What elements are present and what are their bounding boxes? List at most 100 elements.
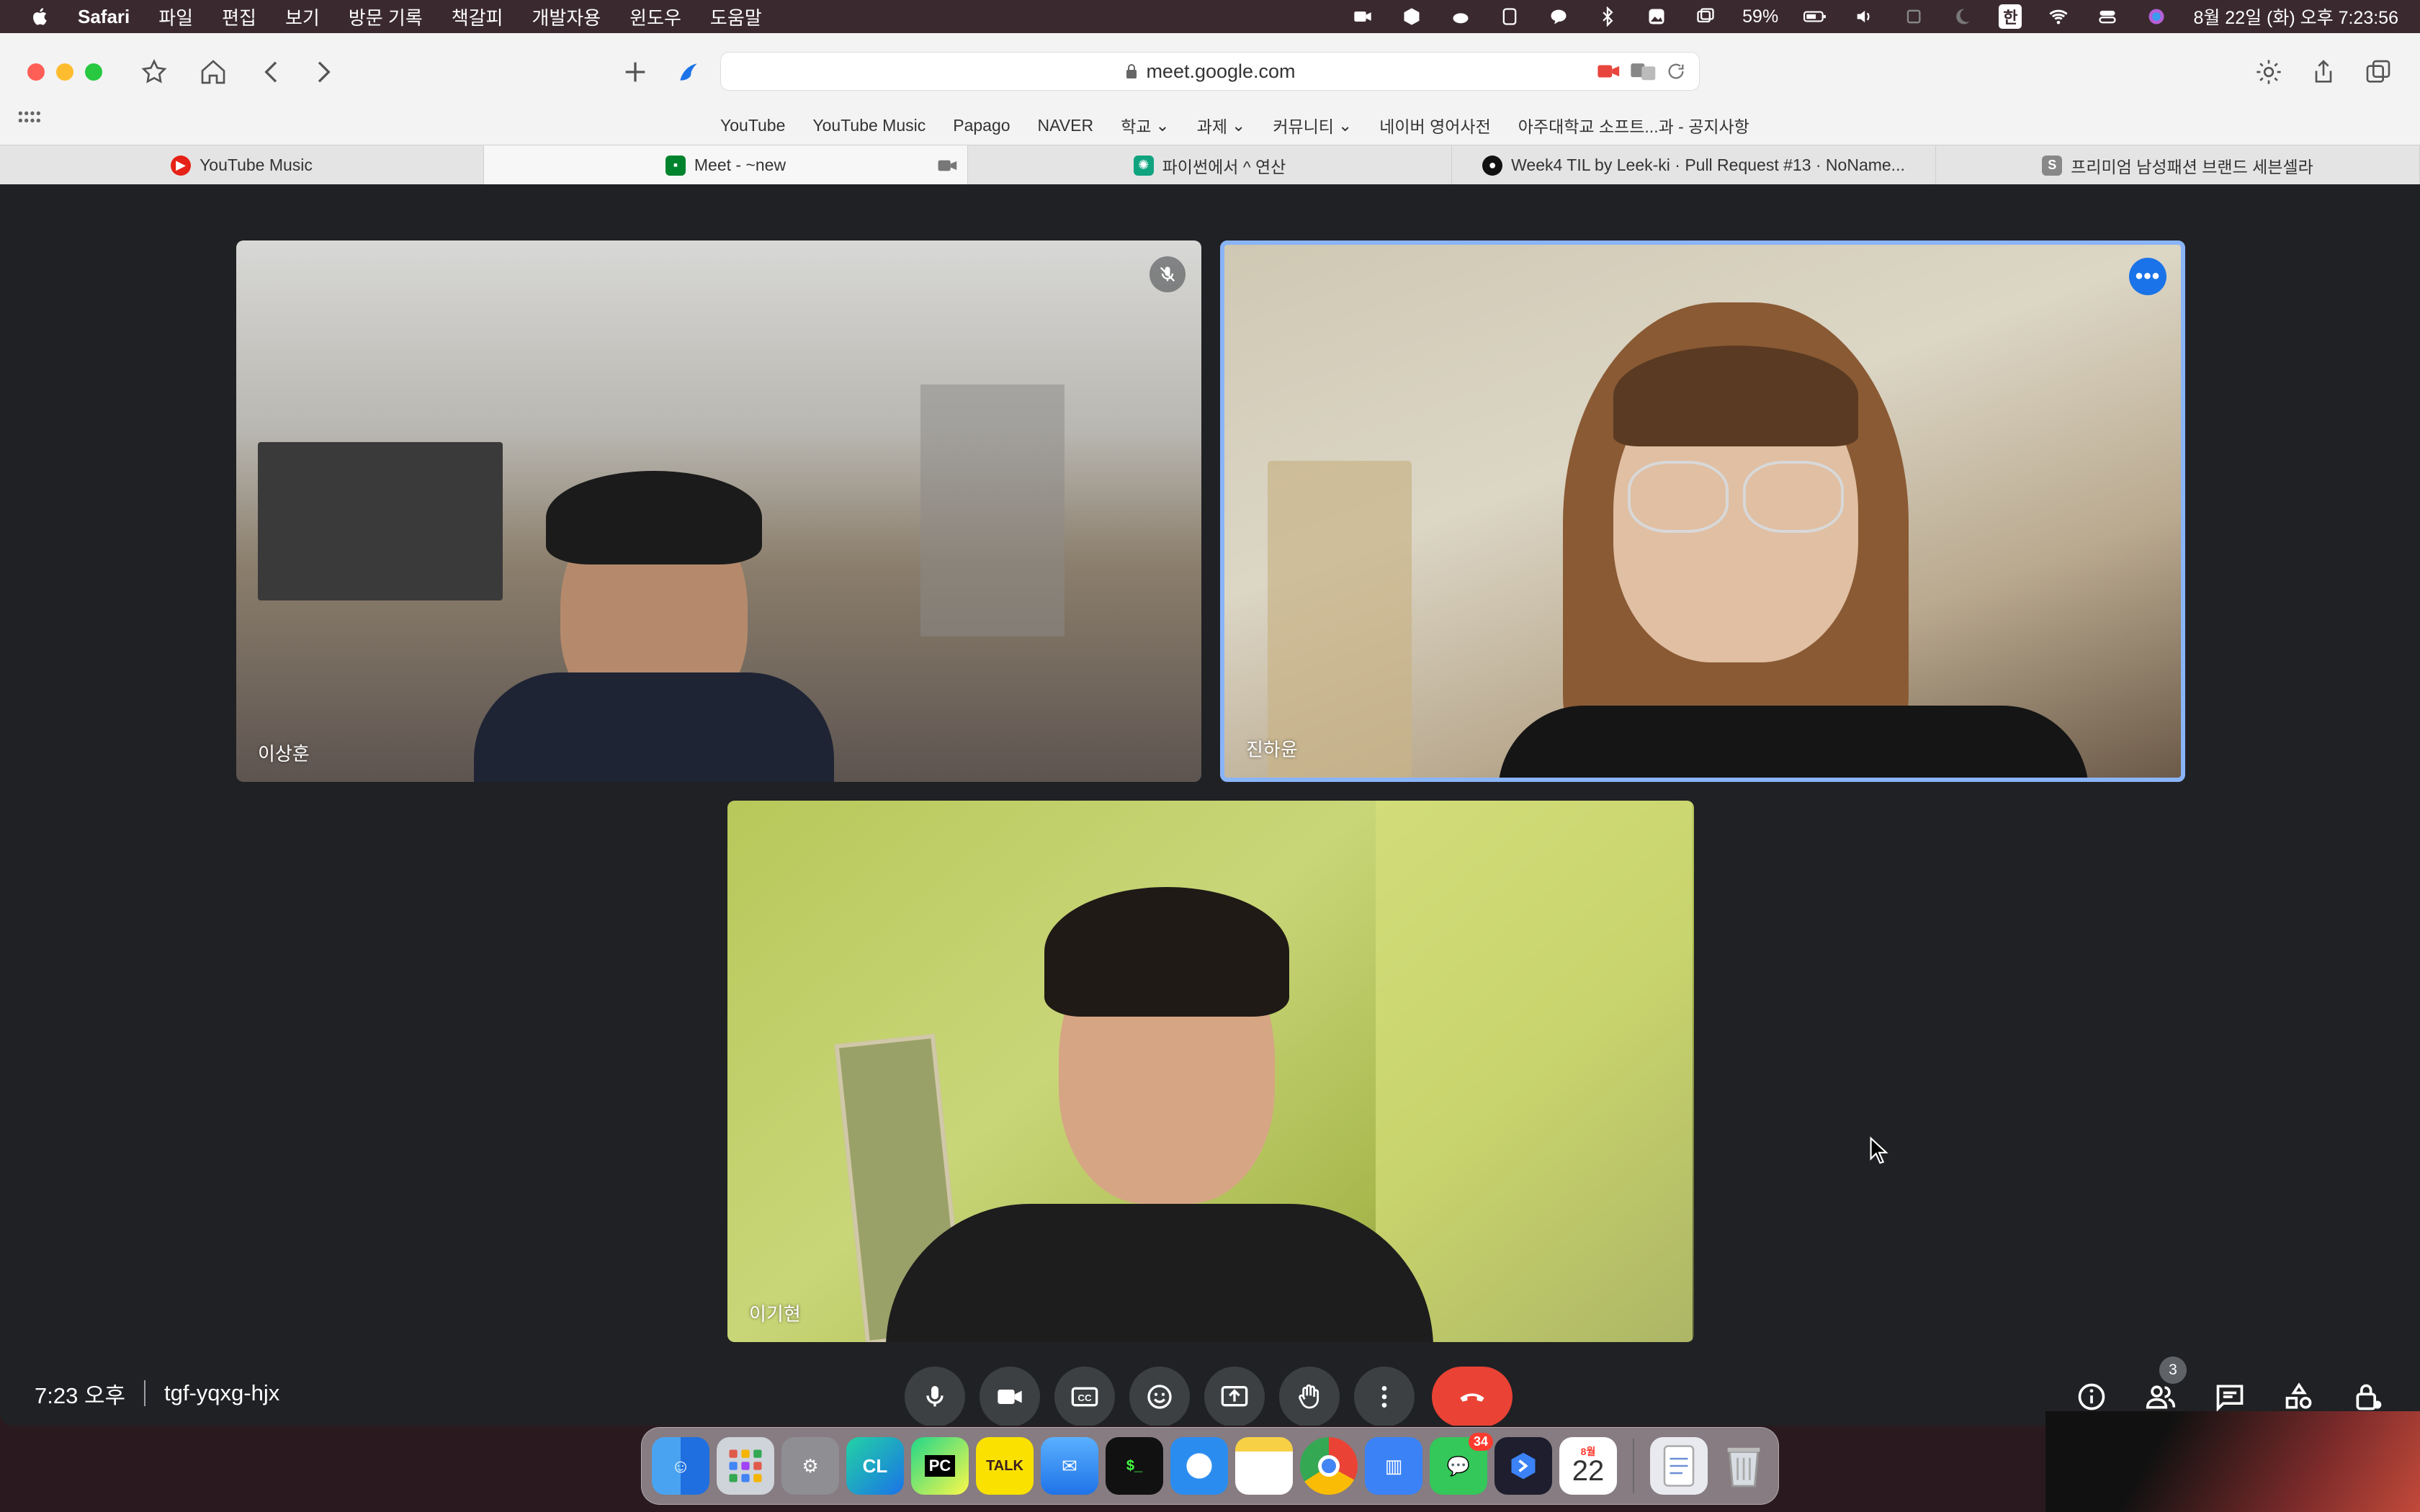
extension-icon[interactable] xyxy=(670,53,707,91)
participant-shirt xyxy=(886,1204,1433,1342)
menu-view[interactable]: 보기 xyxy=(285,4,320,30)
menu-bookmarks[interactable]: 책갈피 xyxy=(452,4,503,30)
apps-grid-icon[interactable] xyxy=(13,102,45,134)
raise-hand-button[interactable] xyxy=(1279,1367,1340,1426)
favorites-star-icon[interactable] xyxy=(135,53,173,91)
minimize-window-button[interactable] xyxy=(56,63,73,81)
bookmark-youtube[interactable]: YouTube xyxy=(720,116,785,135)
settings-gear-icon[interactable] xyxy=(2250,53,2287,91)
emoji-icon xyxy=(1147,1385,1172,1409)
more-options-icon[interactable]: ••• xyxy=(2129,258,2166,295)
bookmark-folder-community[interactable]: 커뮤니티 ⌄ xyxy=(1273,113,1352,138)
menu-edit[interactable]: 편집 xyxy=(222,4,256,30)
microphone-button[interactable] xyxy=(905,1367,965,1426)
translate-icon[interactable] xyxy=(1630,61,1657,86)
bookmark-folder-homework-label: 과제 xyxy=(1196,117,1228,136)
chrome-icon[interactable] xyxy=(1300,1437,1358,1495)
address-bar[interactable]: meet.google.com xyxy=(720,52,1700,91)
tab-chatgpt[interactable]: ✺ 파이썬에서 ^ 연산 xyxy=(968,145,1452,185)
apple-menu-icon[interactable] xyxy=(27,4,53,30)
window-status-icon[interactable] xyxy=(1693,6,1718,27)
reload-icon[interactable] xyxy=(1666,61,1686,86)
kakaotalk-icon[interactable]: TALK xyxy=(976,1437,1034,1495)
naver-dictionary-icon[interactable]: ▥ xyxy=(1365,1437,1422,1495)
system-settings-gear-icon[interactable]: ⚙ xyxy=(781,1437,839,1495)
trash-icon[interactable] xyxy=(1715,1437,1773,1495)
input-method-badge[interactable]: 한 xyxy=(1999,4,2022,29)
control-center-icon[interactable] xyxy=(2095,6,2120,27)
siri-icon[interactable] xyxy=(2144,6,2169,27)
cloud-status-icon[interactable] xyxy=(1448,6,1473,27)
info-icon xyxy=(2078,1383,2105,1410)
zoom-window-button[interactable] xyxy=(85,63,102,81)
camera-recording-icon[interactable] xyxy=(937,158,959,174)
menu-develop[interactable]: 개발자용 xyxy=(532,4,601,30)
glasses-right-lens xyxy=(1743,461,1844,533)
terminal-icon[interactable]: $_ xyxy=(1106,1437,1163,1495)
remote-desktop-icon[interactable] xyxy=(1494,1437,1552,1495)
tab-fashion[interactable]: S 프리미엄 남성패션 브랜드 세븐셀라 xyxy=(1936,145,2420,185)
mail-icon[interactable]: ✉ xyxy=(1041,1437,1098,1495)
present-screen-icon xyxy=(1221,1386,1248,1407)
bookmark-folder-school[interactable]: 학교 ⌄ xyxy=(1121,113,1170,138)
muted-mic-icon xyxy=(1150,256,1186,292)
tab-meet[interactable]: ▪ Meet - ~new xyxy=(484,145,968,185)
participant-tile-active-speaker[interactable]: ••• 진하윤 xyxy=(1220,240,2185,782)
tab-youtube-music[interactable]: ▶ YouTube Music xyxy=(0,145,484,185)
home-icon[interactable] xyxy=(194,53,232,91)
bookmark-ajou-notice[interactable]: 아주대학교 소프트...과 - 공지사항 xyxy=(1518,113,1749,138)
participant-shirt xyxy=(474,672,834,782)
launchpad-icon[interactable] xyxy=(717,1437,774,1495)
safari-compass-icon[interactable] xyxy=(1170,1437,1228,1495)
stage-manager-icon[interactable] xyxy=(1901,6,1925,27)
participant-tile[interactable]: 이상훈 xyxy=(236,240,1201,782)
menu-window[interactable]: 윈도우 xyxy=(629,4,681,30)
forward-icon[interactable] xyxy=(304,53,341,91)
camera-button[interactable] xyxy=(980,1367,1040,1426)
bookmarks-bar: YouTube YouTube Music Papago NAVER 학교 ⌄ 과… xyxy=(720,111,1749,140)
battery-percentage: 59% xyxy=(1742,6,1779,27)
close-window-button[interactable] xyxy=(27,63,45,81)
camera-in-use-icon[interactable] xyxy=(1597,62,1621,86)
bookmark-naver-dictionary[interactable]: 네이버 영어사전 xyxy=(1379,113,1491,138)
captions-button[interactable]: CC xyxy=(1054,1367,1115,1426)
calendar-icon[interactable]: 8월 22 xyxy=(1559,1437,1617,1495)
bookmark-papago[interactable]: Papago xyxy=(953,116,1010,135)
chat-status-icon[interactable] xyxy=(1546,6,1571,27)
wifi-icon[interactable] xyxy=(2046,6,2071,27)
messages-icon[interactable]: 💬 34 xyxy=(1430,1433,1493,1495)
menu-help[interactable]: 도움말 xyxy=(710,4,762,30)
notes-icon[interactable] xyxy=(1235,1437,1293,1495)
pycharm-icon[interactable]: PC xyxy=(911,1437,969,1495)
bookmark-folder-homework[interactable]: 과제 ⌄ xyxy=(1197,113,1246,138)
leave-call-button[interactable] xyxy=(1432,1367,1512,1426)
photos-status-icon[interactable] xyxy=(1644,6,1669,27)
menu-history[interactable]: 방문 기록 xyxy=(349,4,423,30)
menu-file[interactable]: 파일 xyxy=(158,4,193,30)
bookmark-youtube-music[interactable]: YouTube Music xyxy=(812,116,926,135)
document-status-icon[interactable] xyxy=(1497,6,1522,27)
present-screen-button[interactable] xyxy=(1204,1367,1265,1426)
finder-icon[interactable]: ☺ xyxy=(652,1437,709,1495)
camera-status-icon[interactable] xyxy=(1350,6,1375,27)
bluetooth-icon[interactable] xyxy=(1595,6,1620,27)
share-icon[interactable] xyxy=(2305,53,2342,91)
clion-icon[interactable]: CL xyxy=(846,1437,904,1495)
participant-tile[interactable]: 이기현 xyxy=(727,801,1694,1342)
bookmark-naver[interactable]: NAVER xyxy=(1038,116,1094,135)
volume-icon[interactable] xyxy=(1852,6,1876,27)
tab-github-pr[interactable]: ● Week4 TIL by Leek-ki · Pull Request #1… xyxy=(1452,145,1936,185)
back-icon[interactable] xyxy=(254,53,291,91)
app-status-icon[interactable] xyxy=(1399,6,1424,27)
tab-overview-icon[interactable] xyxy=(2360,53,2397,91)
documents-folder-icon[interactable] xyxy=(1650,1437,1708,1495)
menu-safari[interactable]: Safari xyxy=(78,6,130,28)
meeting-code[interactable]: tgf-yqxg-hjx xyxy=(164,1380,279,1406)
menubar-clock[interactable]: 8월 22일 (화) 오후 7:23:56 xyxy=(2193,4,2398,30)
new-tab-icon[interactable] xyxy=(617,53,654,91)
focus-moon-icon[interactable] xyxy=(1950,6,1974,27)
reactions-button[interactable] xyxy=(1129,1367,1190,1426)
battery-icon[interactable] xyxy=(1803,6,1827,27)
messages-badge: 34 xyxy=(1468,1433,1493,1451)
more-options-button[interactable] xyxy=(1354,1367,1415,1426)
